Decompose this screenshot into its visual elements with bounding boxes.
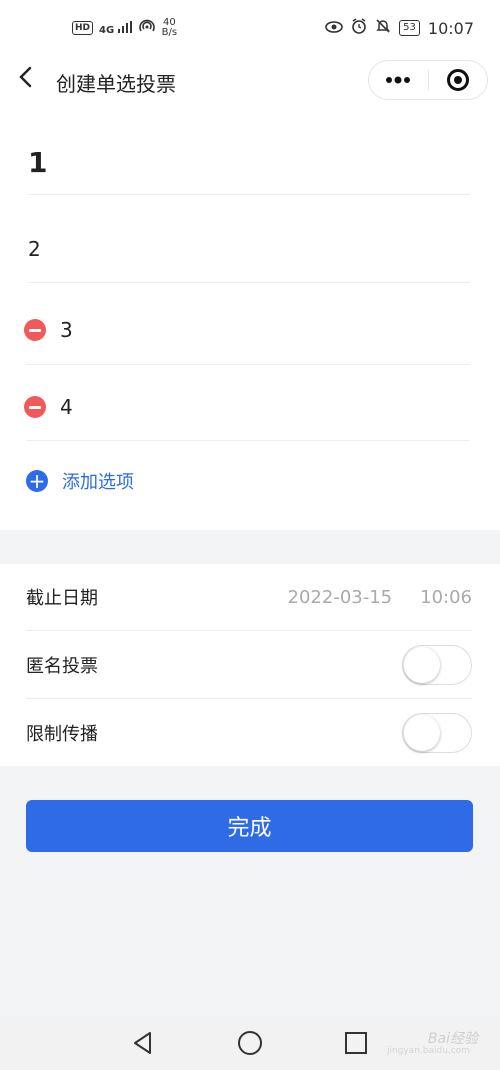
nav-bar: 创建单选投票: [0, 56, 500, 112]
limit-share-row: 限制传播: [26, 700, 472, 766]
limit-share-label: 限制传播: [26, 724, 98, 745]
close-miniprogram-button[interactable]: [429, 61, 488, 99]
watermark: Bai经验: [427, 1031, 478, 1047]
option-input[interactable]: 4: [60, 395, 73, 419]
add-option-button[interactable]: + 添加选项: [26, 468, 134, 494]
deadline-row[interactable]: 截止日期 2022-03-15 10:06: [26, 564, 472, 631]
anonymous-toggle[interactable]: [402, 645, 472, 685]
watermark-url: jingyan.baidu.com: [386, 1046, 470, 1056]
battery-icon: 53: [399, 20, 420, 36]
options-panel: 1 2 3 4 + 添加选项: [0, 112, 500, 530]
circle-home-icon: [238, 1031, 262, 1055]
option-row-2[interactable]: 2: [28, 216, 470, 283]
net-speed: 40 B/s: [162, 18, 177, 38]
nav-recents-button[interactable]: [343, 1030, 369, 1056]
limit-share-toggle[interactable]: [402, 713, 472, 753]
page-title: 创建单选投票: [56, 72, 176, 96]
option-row-4[interactable]: 4: [24, 374, 470, 441]
system-nav-bar: [0, 1016, 500, 1070]
remove-option-icon[interactable]: [24, 396, 46, 418]
option-row-1[interactable]: 1: [28, 130, 470, 195]
remove-option-icon[interactable]: [24, 319, 46, 341]
settings-panel: 截止日期 2022-03-15 10:06 匿名投票 限制传播: [0, 564, 500, 766]
hd-badge: HD: [72, 21, 94, 35]
status-time: 10:07: [427, 18, 474, 38]
more-dots-icon: [386, 76, 411, 84]
anonymous-row: 匿名投票: [26, 632, 472, 699]
toggle-knob: [404, 715, 440, 751]
done-button[interactable]: 完成: [26, 800, 473, 852]
deadline-date[interactable]: 2022-03-15: [288, 587, 393, 608]
alarm-icon: [351, 18, 367, 38]
status-bar: HD 4G 40 B/s 53 10:07: [0, 0, 500, 56]
mute-bell-icon: [375, 18, 391, 38]
add-option-label: 添加选项: [62, 472, 134, 493]
hotspot-icon: [138, 19, 156, 38]
target-icon: [446, 69, 469, 91]
status-right: 53 10:07: [325, 18, 474, 38]
plus-icon: +: [26, 470, 48, 492]
chevron-left-icon: [19, 66, 32, 88]
option-row-3[interactable]: 3: [24, 296, 470, 365]
deadline-label: 截止日期: [26, 588, 98, 609]
more-button[interactable]: [369, 61, 428, 99]
toggle-knob: [404, 647, 440, 683]
nav-back-button[interactable]: [130, 1030, 156, 1056]
option-input[interactable]: 2: [28, 237, 41, 261]
deadline-time[interactable]: 10:06: [420, 587, 472, 608]
back-button[interactable]: [16, 64, 36, 97]
square-recents-icon: [345, 1032, 367, 1054]
option-input[interactable]: 3: [60, 318, 73, 342]
nav-home-button[interactable]: [237, 1030, 263, 1056]
anonymous-label: 匿名投票: [26, 656, 98, 677]
triangle-back-icon: [134, 1032, 151, 1054]
option-input[interactable]: 1: [28, 146, 47, 179]
signal-4g-icon: 4G: [99, 20, 132, 36]
status-left: HD 4G 40 B/s: [72, 18, 177, 38]
signal-label: 4G: [99, 24, 115, 36]
deadline-picker[interactable]: 2022-03-15 10:06: [288, 587, 472, 608]
miniprogram-capsule: [368, 60, 488, 100]
net-speed-unit: B/s: [161, 27, 178, 38]
eye-icon: [325, 19, 343, 38]
